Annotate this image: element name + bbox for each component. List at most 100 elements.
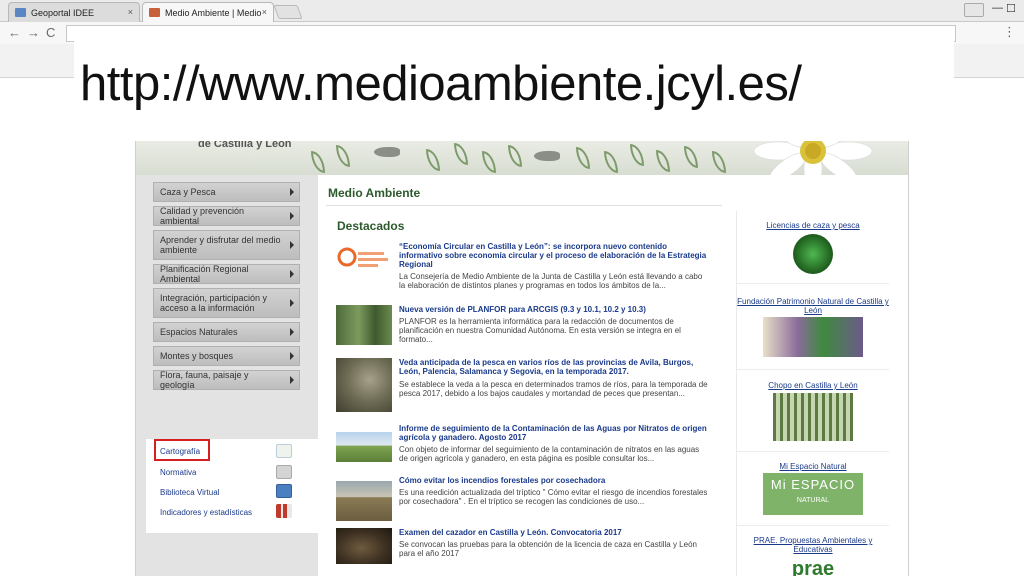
news-thumbnail-forest [336, 305, 392, 345]
forward-button[interactable]: → [27, 25, 40, 40]
leaf-decoration-icon [576, 147, 590, 169]
promo-divider [737, 369, 889, 370]
news-item: Nueva versión de PLANFOR para ARCGIS (9.… [336, 305, 722, 355]
news-item: Informe de seguimiento de la Contaminaci… [336, 424, 722, 474]
tool-link-normativa[interactable]: Normativa [160, 468, 196, 477]
leaf-decoration-icon [604, 151, 618, 173]
nav-item-label: Flora, fauna, paisaje y geología [160, 370, 249, 390]
nav-item-calidad[interactable]: Calidad y prevención ambiental [153, 206, 300, 226]
leaf-decoration-icon [482, 151, 496, 173]
nav-item-caza-pesca[interactable]: Caza y Pesca [153, 182, 300, 202]
leaf-decoration-icon [454, 143, 468, 165]
nav-item-label: Espacios Naturales [160, 327, 238, 337]
nav-item-aprender[interactable]: Aprender y disfrutar del medio ambiente [153, 230, 300, 260]
promo-image-licencias[interactable] [793, 234, 833, 274]
map-icon [276, 444, 292, 458]
news-summary: Se convocan las pruebas para la obtenció… [399, 540, 697, 558]
site-banner: de Castilla y León [136, 141, 908, 175]
nav-item-montes[interactable]: Montes y bosques [153, 346, 300, 366]
nav-item-label: Integración, participación y acceso a la… [160, 293, 268, 313]
page-title: Medio Ambiente [328, 186, 421, 200]
nav-item-espacios[interactable]: Espacios Naturales [153, 322, 300, 342]
featured-heading: Destacados [337, 219, 405, 233]
promo-column: Licencias de caza y pesca Fundación Patr… [736, 211, 889, 576]
tab-label: Geoportal IDEE [31, 7, 95, 18]
news-summary: La Consejería de Medio Ambiente de la Ju… [399, 272, 703, 290]
leaf-decoration-icon [630, 144, 644, 166]
site-brand-text: de Castilla y León [198, 141, 292, 150]
book-icon [276, 465, 292, 479]
nav-item-label: Calidad y prevención ambiental [160, 206, 245, 226]
leaf-decoration-icon [508, 145, 522, 167]
leaf-decoration-icon [656, 150, 670, 172]
tools-panel: Cartografía Normativa Biblioteca Virtual… [146, 439, 318, 533]
arrow-right-icon [290, 270, 294, 278]
tool-link-biblioteca[interactable]: Biblioteca Virtual [160, 488, 219, 497]
close-tab-icon[interactable]: × [128, 7, 133, 17]
news-item: “Economía Circular en Castilla y León”: … [336, 242, 722, 297]
leaf-decoration-icon [311, 151, 325, 173]
main-content: Medio Ambiente Destacados “Economía Circ… [326, 175, 722, 576]
tool-link-indicadores[interactable]: Indicadores y estadísticas [160, 508, 252, 517]
title-divider [326, 205, 722, 206]
promo-image-fundacion[interactable] [763, 317, 863, 357]
arrow-right-icon [290, 352, 294, 360]
back-button[interactable]: ← [8, 25, 21, 40]
news-headline[interactable]: Veda anticipada de la pesca en varios rí… [399, 358, 709, 376]
leaf-decoration-icon [684, 146, 698, 168]
arrow-right-icon [290, 299, 294, 307]
browser-menu-button[interactable]: ⋮ [1003, 24, 1016, 40]
leaf-decoration-icon [712, 151, 726, 173]
promo-image-prae[interactable]: prae [783, 556, 843, 576]
promo-image-chopo[interactable] [773, 393, 853, 441]
reload-button[interactable]: C [46, 25, 55, 40]
news-headline[interactable]: Examen del cazador en Castilla y León. C… [399, 528, 709, 537]
arrow-right-icon [290, 241, 294, 249]
promo-link-prae[interactable]: PRAE. Propuestas Ambientales y Educativa… [737, 536, 889, 554]
leaf-decoration-icon [336, 145, 350, 167]
profile-icon[interactable] [964, 3, 984, 17]
promo-divider [737, 451, 889, 452]
promo-link-mi-espacio[interactable]: Mi Espacio Natural [737, 462, 889, 471]
left-navigation: Caza y Pesca Calidad y prevención ambien… [136, 175, 318, 576]
promo-divider [737, 283, 889, 284]
arrow-right-icon [290, 188, 294, 196]
new-tab-button[interactable] [273, 5, 303, 19]
news-headline[interactable]: Nueva versión de PLANFOR para ARCGIS (9.… [399, 305, 709, 314]
tab-geoportal[interactable]: Geoportal IDEE × [8, 2, 140, 22]
promo-image-mi-espacio[interactable]: Mi ESPACIO NATURAL [763, 473, 863, 515]
promo-divider [737, 525, 889, 526]
promo-link-fundacion[interactable]: Fundación Patrimonio Natural de Castilla… [737, 297, 889, 315]
arrow-right-icon [290, 328, 294, 336]
bird-decoration-icon [534, 151, 560, 161]
news-headline[interactable]: Informe de seguimiento de la Contaminaci… [399, 424, 709, 442]
news-item: Veda anticipada de la pesca en varios rí… [336, 358, 722, 420]
tab-medio-ambiente[interactable]: Medio Ambiente | Medio × [142, 2, 274, 22]
leaf-favicon-icon [149, 8, 160, 17]
news-headline[interactable]: Cómo evitar los incendios forestales por… [399, 476, 709, 485]
promo-image-subtext: NATURAL [796, 497, 830, 504]
tab-label: Medio Ambiente | Medio [165, 7, 262, 18]
daisy-flower-icon [753, 141, 873, 175]
nav-item-planificacion[interactable]: Planificación Regional Ambiental [153, 264, 300, 284]
maximize-button[interactable]: ☐ [1006, 2, 1016, 15]
news-summary: Se establece la veda a la pesca en deter… [399, 380, 708, 398]
nav-item-label: Planificación Regional Ambiental [160, 264, 249, 284]
nav-item-integracion[interactable]: Integración, participación y acceso a la… [153, 288, 300, 318]
minimize-button[interactable]: — [992, 2, 1003, 14]
news-thumbnail-harvester [336, 481, 392, 521]
tool-link-cartografia[interactable]: Cartografía [160, 447, 200, 456]
nav-item-label: Montes y bosques [160, 351, 234, 361]
news-summary: Es una reedición actualizada del tríptic… [399, 488, 708, 506]
arrow-right-icon [290, 212, 294, 220]
library-icon [276, 484, 292, 498]
slide-url-title: http://www.medioambiente.jcyl.es/ [74, 30, 954, 138]
promo-link-licencias[interactable]: Licencias de caza y pesca [737, 221, 889, 230]
map-favicon-icon [15, 8, 26, 17]
close-tab-icon[interactable]: × [262, 7, 267, 17]
promo-link-chopo[interactable]: Chopo en Castilla y León [737, 381, 889, 390]
nav-item-flora[interactable]: Flora, fauna, paisaje y geología [153, 370, 300, 390]
arrow-right-icon [290, 376, 294, 384]
news-headline[interactable]: “Economía Circular en Castilla y León”: … [399, 242, 709, 269]
promo-image-text: Mi ESPACIO [770, 477, 856, 492]
